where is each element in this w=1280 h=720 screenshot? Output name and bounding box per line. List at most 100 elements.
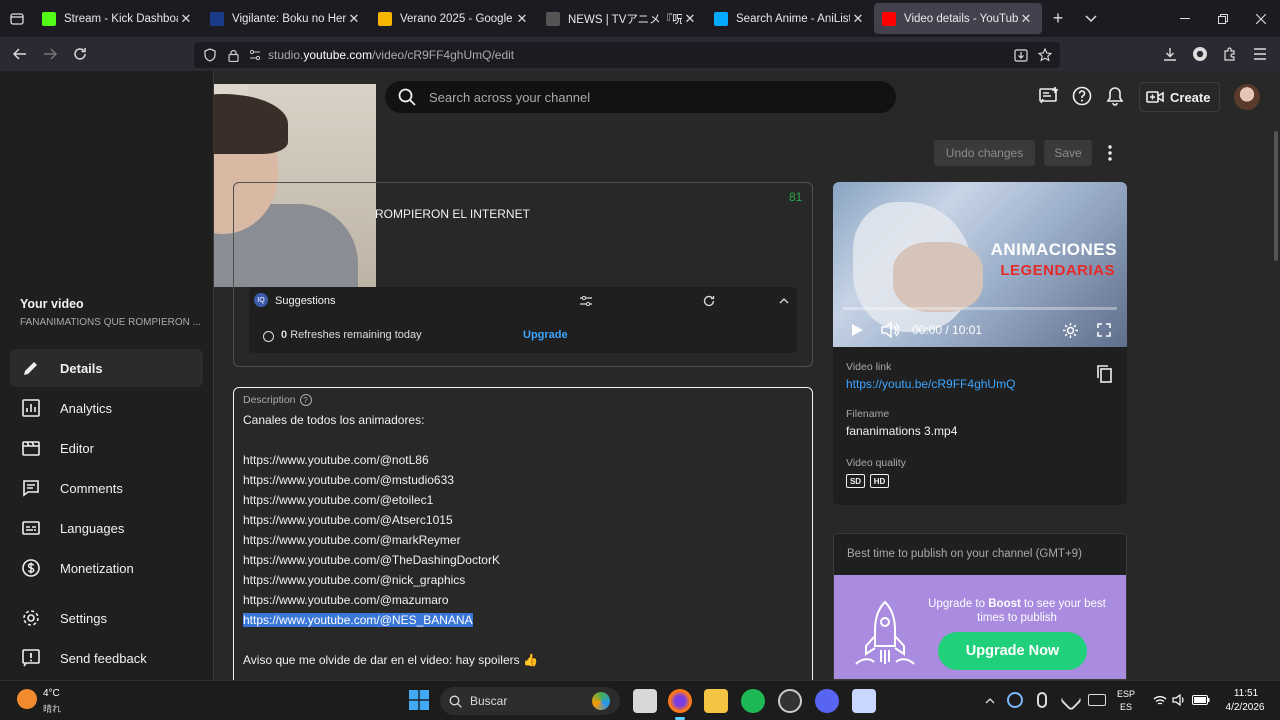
file-explorer-icon[interactable]	[704, 689, 728, 713]
sidebar-item-label: Editor	[60, 440, 94, 456]
upgrade-link[interactable]: Upgrade	[523, 329, 568, 341]
sidebar-item-editor[interactable]: Editor	[10, 429, 203, 467]
save-button[interactable]: Save	[1044, 140, 1092, 166]
tab-close-icon[interactable]: ✕	[850, 11, 866, 27]
calendar-app-icon[interactable]	[852, 689, 876, 713]
volume-icon[interactable]	[879, 320, 901, 340]
site-permissions-icon[interactable]	[244, 49, 266, 61]
browser-tab[interactable]: Verano 2025 - Google Drive✕	[370, 0, 538, 37]
restore-icon[interactable]	[1208, 0, 1238, 37]
copy-icon[interactable]	[1094, 364, 1114, 384]
task-view-icon[interactable]	[633, 689, 657, 713]
discord-icon[interactable]	[815, 689, 839, 713]
news-icon	[546, 11, 560, 26]
sidebar-item-send-feedback[interactable]: Send feedback	[10, 639, 203, 677]
sidebar-item-settings[interactable]: Settings	[10, 599, 203, 637]
bookmark-star-icon[interactable]	[1036, 48, 1054, 62]
sidebar-item-details[interactable]: Details	[10, 349, 203, 387]
thumbnail-text-line1: ANIMACIONES	[990, 240, 1117, 259]
browser-tab[interactable]: Video details - YouTube Stu✕	[874, 3, 1042, 34]
forward-icon[interactable]	[40, 37, 60, 71]
help-icon[interactable]	[1071, 85, 1093, 107]
collapse-chevron-icon[interactable]	[776, 293, 792, 309]
browser-tab[interactable]: Vigilante: Boku no Hero Aca✕	[202, 0, 370, 37]
tune-icon[interactable]	[578, 293, 594, 309]
lock-icon[interactable]	[222, 49, 244, 62]
system-tray-chevron-icon[interactable]	[982, 691, 998, 711]
menu-icon[interactable]	[1250, 37, 1270, 71]
sidebar-item-monetization[interactable]: Monetization	[10, 549, 203, 587]
tab-list-icon[interactable]	[0, 0, 34, 37]
downloads-icon[interactable]	[1160, 37, 1180, 71]
channel-search-bar[interactable]: Search across your channel	[385, 81, 896, 113]
close-window-icon[interactable]	[1246, 0, 1276, 37]
account-icon[interactable]	[1190, 37, 1210, 71]
notifications-bell-icon[interactable]	[1104, 85, 1126, 107]
sidebar-item-label: Send feedback	[60, 650, 147, 666]
video-preview[interactable]: ANIMACIONES LEGENDARIAS 00:00 / 10:01	[833, 182, 1127, 347]
sidebar-item-comments[interactable]: Comments	[10, 469, 203, 507]
create-button[interactable]: Create	[1139, 82, 1220, 112]
microphone-icon[interactable]	[1037, 692, 1047, 708]
spotify-icon[interactable]	[741, 689, 765, 713]
clock-date[interactable]: 4/2/2026	[1216, 702, 1274, 713]
tab-close-icon[interactable]: ✕	[346, 11, 362, 27]
tab-overflow-chevron-icon[interactable]	[1074, 0, 1108, 37]
extensions-icon[interactable]	[1220, 37, 1240, 71]
undo-changes-button[interactable]: Undo changes	[934, 140, 1035, 166]
video-progress-bar[interactable]	[843, 307, 1117, 310]
description-line: Aviso que me olvide de dar en el video: …	[243, 653, 538, 667]
analytics-icon	[20, 397, 42, 419]
wifi-icon[interactable]	[1152, 692, 1168, 708]
browser-tab[interactable]: Stream - Kick Dashboard✕	[34, 0, 202, 37]
sidebar-item-analytics[interactable]: Analytics	[10, 389, 203, 427]
upgrade-now-button[interactable]: Upgrade Now	[938, 632, 1087, 670]
publish-time-card: Best time to publish on your channel (GM…	[833, 533, 1127, 680]
video-link[interactable]: https://youtu.be/cR9FF4ghUmQ	[846, 377, 1015, 391]
weather-icon[interactable]	[17, 689, 37, 709]
back-icon[interactable]	[10, 37, 30, 71]
boost-promo: Upgrade to Boost to see your best times …	[834, 575, 1126, 679]
onedrive-sync-icon[interactable]	[1007, 692, 1023, 708]
description-label: Description ?	[243, 394, 312, 406]
tab-close-icon[interactable]: ✕	[682, 11, 698, 27]
title-input[interactable]: ROMPIERON EL INTERNET	[375, 207, 530, 221]
firefox-icon[interactable]	[668, 689, 692, 713]
speaker-icon[interactable]	[1171, 692, 1187, 708]
help-circle-icon[interactable]: ?	[299, 394, 312, 406]
tab-title: Stream - Kick Dashboard	[64, 12, 178, 25]
more-options-icon[interactable]	[1100, 141, 1120, 165]
reload-icon[interactable]	[70, 37, 90, 71]
address-bar[interactable]: studio.youtube.com/video/cR9FF4ghUmQ/edi…	[194, 42, 1060, 68]
description-textarea[interactable]: Canales de todos los animadores: https://…	[243, 410, 803, 670]
obs-icon[interactable]	[778, 689, 802, 713]
fullscreen-icon[interactable]	[1094, 320, 1114, 340]
new-tab-icon[interactable]: +	[1042, 0, 1074, 37]
install-app-icon[interactable]	[1012, 48, 1030, 62]
windows-start-icon[interactable]	[408, 689, 430, 711]
avatar[interactable]	[1234, 84, 1260, 110]
clock-time[interactable]: 11:51	[1221, 688, 1271, 699]
taskbar-search[interactable]: Buscar	[440, 687, 620, 715]
language-indicator[interactable]: ESP ES	[1117, 688, 1135, 714]
suggestions-panel: IQ Suggestions 0 Refreshes remaining tod…	[249, 287, 797, 353]
video-settings-gear-icon[interactable]	[1060, 320, 1080, 340]
sidebar-item-label: Comments	[60, 480, 123, 496]
play-icon[interactable]	[847, 320, 867, 340]
add-caption-icon[interactable]	[1038, 85, 1060, 107]
tab-close-icon[interactable]: ✕	[1018, 11, 1034, 27]
minimize-icon[interactable]	[1170, 0, 1200, 37]
pen-icon[interactable]	[1059, 688, 1083, 712]
weather-temp[interactable]: 4°C	[43, 688, 60, 699]
keyboard-icon[interactable]	[1088, 694, 1106, 706]
tab-close-icon[interactable]: ✕	[178, 11, 194, 27]
page-scrollbar[interactable]	[1274, 131, 1278, 261]
shield-icon[interactable]	[198, 48, 222, 62]
tab-close-icon[interactable]: ✕	[514, 11, 530, 27]
refresh-icon[interactable]	[701, 293, 717, 309]
sidebar-item-languages[interactable]: Languages	[10, 509, 203, 547]
battery-icon[interactable]	[1191, 692, 1211, 708]
browser-tab[interactable]: NEWS | TVアニメ『呪術廻✕	[538, 0, 706, 37]
browser-tab[interactable]: Search Anime - AniList ✕	[706, 0, 874, 37]
anilist-icon	[714, 11, 728, 26]
